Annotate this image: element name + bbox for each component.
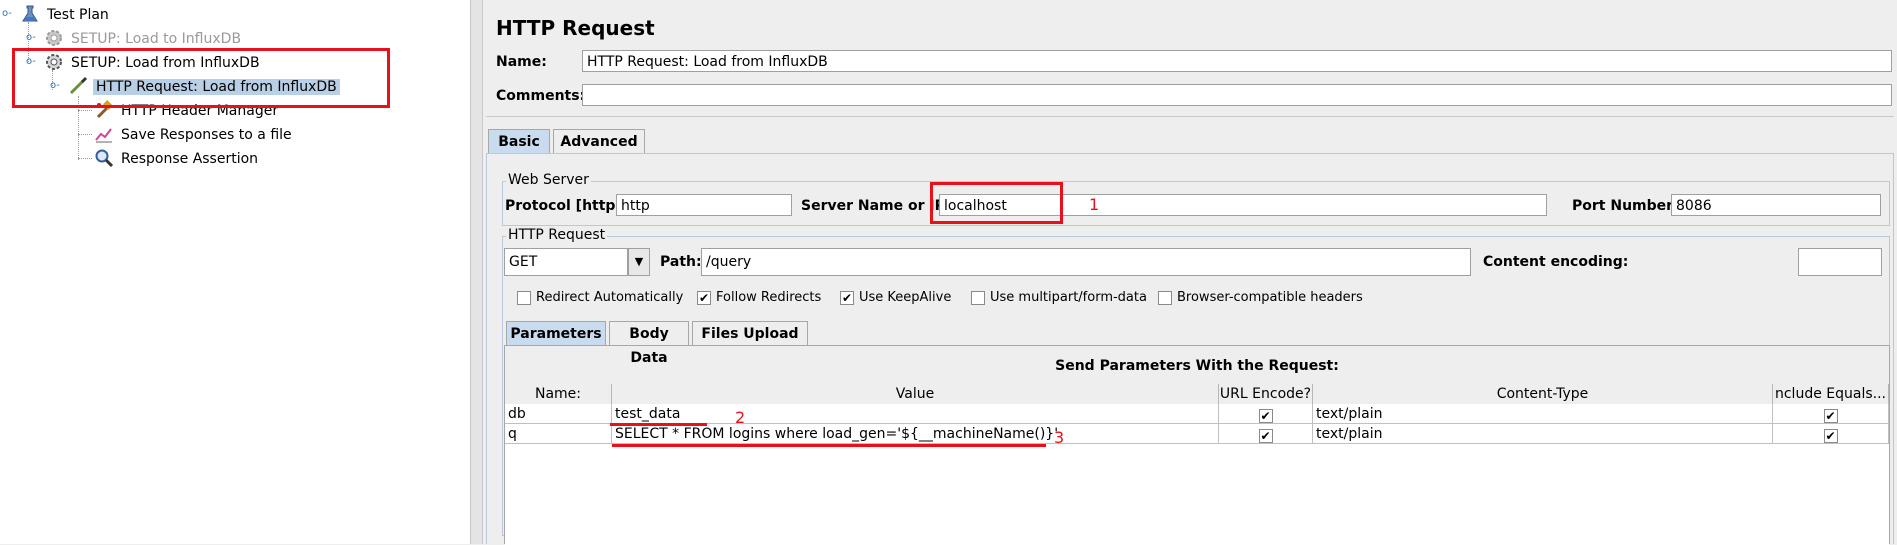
port-label: Port Number: (1572, 198, 1679, 214)
cell-content-type[interactable]: text/plain (1313, 404, 1773, 424)
tree-item-setup-load-to[interactable]: SETUP: Load to InfluxDB (68, 28, 244, 50)
browser-headers-checkbox[interactable] (1158, 291, 1172, 305)
col-url-encode[interactable]: URL Encode? (1219, 384, 1313, 404)
page-title: HTTP Request (496, 16, 655, 40)
cell-value[interactable]: SELECT * FROM logins where load_gen='${_… (612, 424, 1219, 444)
cell-value[interactable]: test_data (612, 404, 1219, 424)
path-label: Path: (660, 254, 702, 270)
server-label: Server Name or IP: (801, 198, 951, 214)
tree-item-response-assertion[interactable]: Response Assertion (118, 148, 261, 170)
tree-item-save-responses[interactable]: Save Responses to a file (118, 124, 295, 146)
keepalive-label: Use KeepAlive (859, 290, 952, 305)
tree-expand-handle[interactable]: o- (26, 33, 36, 43)
url-encode-checkbox[interactable]: ✔ (1258, 429, 1273, 443)
annotation-underline (610, 423, 707, 426)
annotation-box (12, 48, 390, 108)
tab-parameters[interactable]: Parameters (506, 321, 606, 345)
http-request-panel: HTTP Request Name: HTTP Request: Load fr… (483, 0, 1897, 545)
port-field[interactable]: 8086 (1671, 194, 1881, 216)
chart-icon (94, 124, 114, 144)
params-table: Name: Value URL Encode? Content-Type ncl… (505, 384, 1889, 545)
include-equals-checkbox[interactable]: ✔ (1823, 429, 1838, 443)
params-heading: Send Parameters With the Request: (1055, 358, 1339, 374)
divider (486, 116, 1894, 117)
path-field[interactable]: /query (701, 248, 1471, 276)
col-content-type[interactable]: Content-Type (1313, 384, 1773, 404)
magnifier-icon (94, 148, 114, 168)
multipart-label: Use multipart/form-data (990, 290, 1147, 305)
follow-redirects-checkbox[interactable]: ✔ (697, 291, 711, 305)
include-equals-checkbox[interactable]: ✔ (1823, 409, 1838, 423)
redirect-auto-label: Redirect Automatically (536, 290, 684, 305)
tree-connector (78, 110, 92, 111)
url-encode-checkbox[interactable]: ✔ (1258, 409, 1273, 423)
comments-label: Comments: (496, 88, 586, 104)
tree-expand-handle[interactable]: o- (2, 9, 12, 19)
comments-field[interactable] (582, 84, 1892, 106)
method-select[interactable]: GET (504, 248, 628, 276)
tab-files-upload[interactable]: Files Upload (692, 321, 808, 345)
tree-connector (78, 158, 92, 159)
cell-content-type[interactable]: text/plain (1313, 424, 1773, 444)
encoding-label: Content encoding: (1483, 254, 1629, 270)
tab-body-data[interactable]: Body Data (609, 321, 689, 366)
cell-include-equals[interactable]: ✔ (1773, 424, 1889, 444)
flask-icon (20, 4, 40, 24)
keepalive-checkbox[interactable]: ✔ (840, 291, 854, 305)
tab-advanced[interactable]: Advanced (553, 129, 645, 153)
cell-name[interactable]: db (505, 404, 612, 424)
tree-connector (78, 134, 92, 135)
name-field[interactable]: HTTP Request: Load from InfluxDB (582, 50, 1892, 72)
cell-name[interactable]: q (505, 424, 612, 444)
annotation-3: 3 (1054, 428, 1065, 447)
method-value: GET (509, 254, 538, 270)
http-request-legend: HTTP Request (506, 227, 608, 243)
test-plan-tree: o- Test Plan o- SETUP: Load to InfluxDB … (0, 0, 471, 544)
annotation-underline (612, 444, 1046, 447)
name-label: Name: (496, 54, 547, 70)
encoding-field[interactable] (1798, 248, 1882, 276)
cell-url-encode[interactable]: ✔ (1219, 404, 1313, 424)
annotation-2: 2 (735, 408, 746, 427)
web-server-legend: Web Server (506, 172, 591, 188)
col-include-equals[interactable]: nclude Equals... (1773, 384, 1889, 404)
cell-include-equals[interactable]: ✔ (1773, 404, 1889, 424)
redirect-auto-checkbox[interactable] (517, 291, 531, 305)
col-name[interactable]: Name: (505, 384, 612, 404)
col-value[interactable]: Value (612, 384, 1219, 404)
follow-redirects-label: Follow Redirects (716, 290, 822, 305)
tree-item-test-plan[interactable]: Test Plan (44, 4, 112, 26)
protocol-field[interactable]: http (616, 194, 792, 216)
annotation-1: 1 (1089, 195, 1100, 214)
cell-url-encode[interactable]: ✔ (1219, 424, 1313, 444)
table-header: Name: Value URL Encode? Content-Type ncl… (505, 384, 1889, 404)
browser-headers-label: Browser-compatible headers (1177, 290, 1363, 305)
gear-icon (44, 28, 64, 48)
tab-basic[interactable]: Basic (488, 129, 550, 153)
chevron-down-icon[interactable]: ▼ (628, 248, 650, 276)
annotation-box (930, 182, 1063, 224)
protocol-label: Protocol [http]: (505, 198, 628, 214)
multipart-checkbox[interactable] (971, 291, 985, 305)
panel-splitter[interactable] (471, 0, 483, 544)
